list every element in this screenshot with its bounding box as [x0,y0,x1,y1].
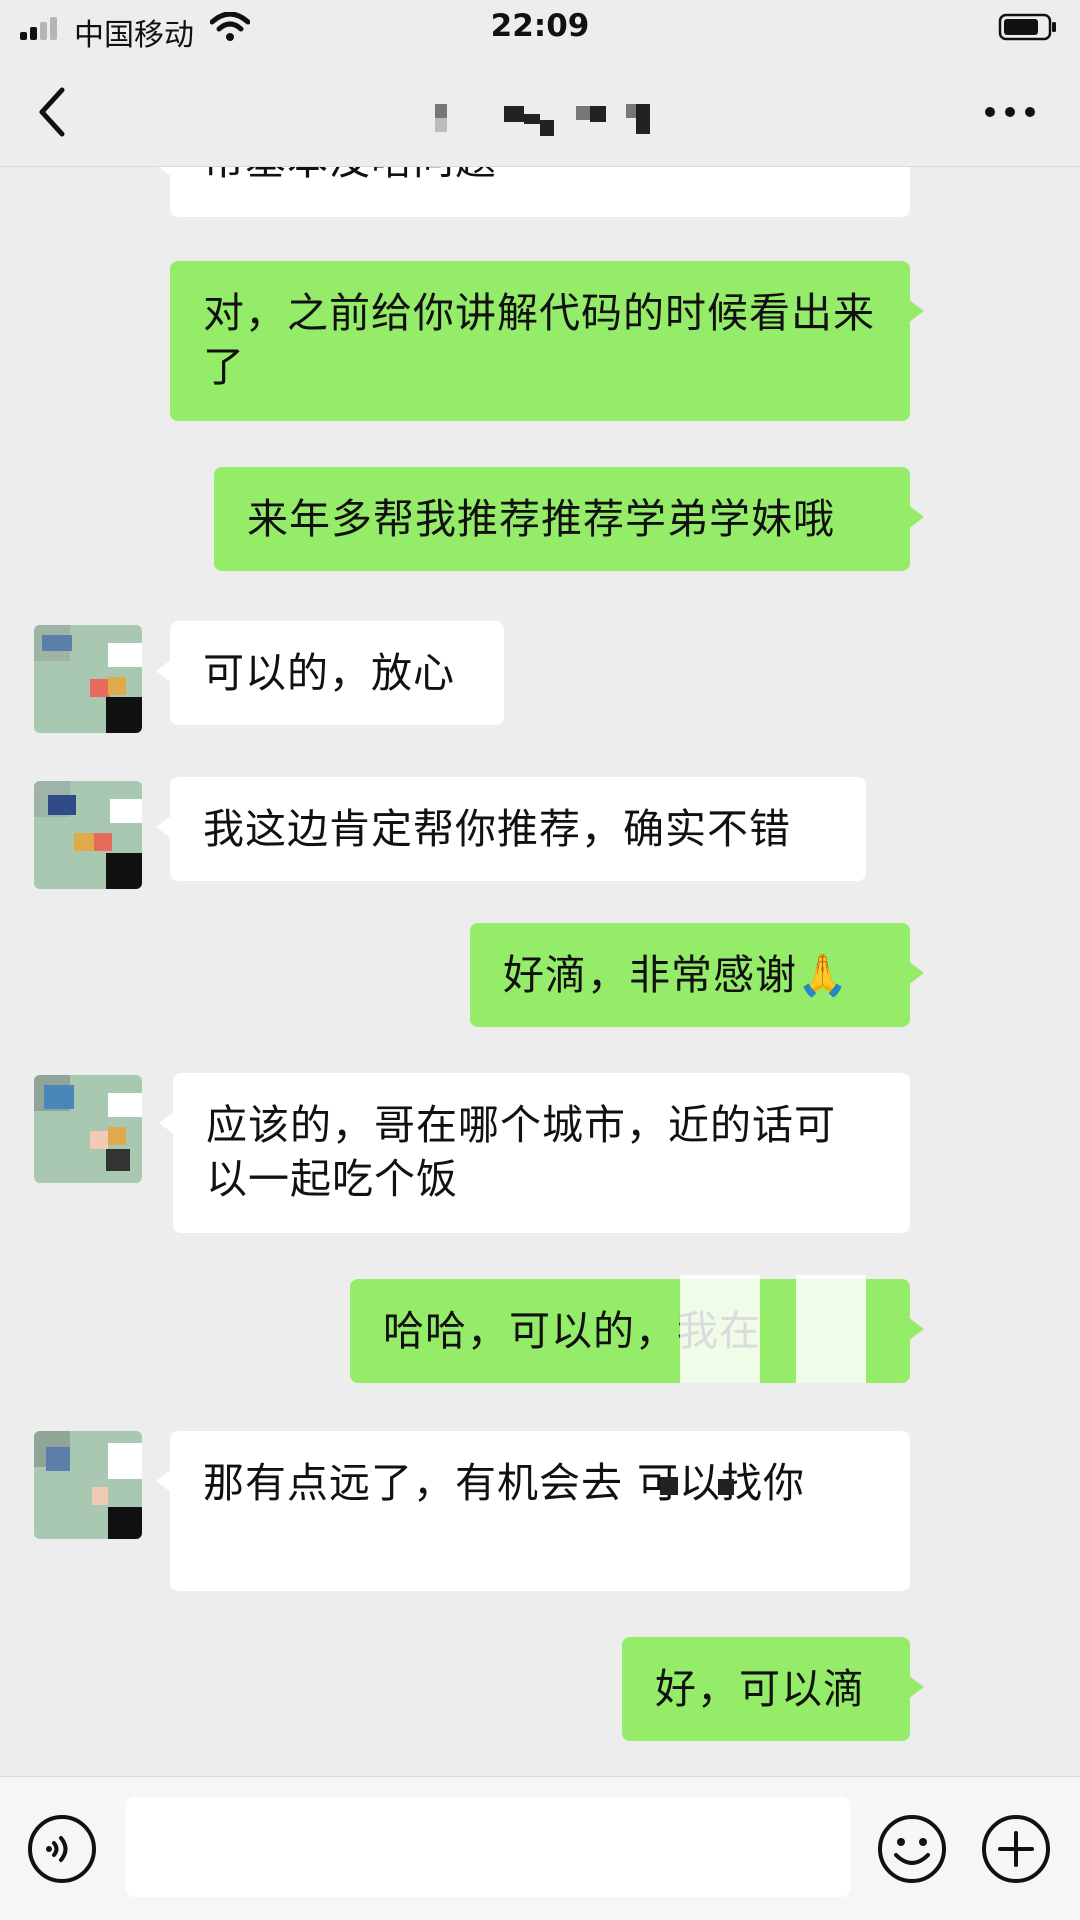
message-text: 帮基本没啥问题 [203,167,497,184]
chat-header [0,56,1080,166]
status-bar: 中国移动 22:09 [0,0,1080,56]
message-text: 对，之前给你讲解代码的时候看出来了 [203,289,875,391]
message-text: 好滴，非常感谢🙏 [503,951,850,999]
more-dots-icon[interactable] [980,94,1040,130]
battery-icon [998,13,1056,41]
chat-input-bar [0,1776,1080,1920]
redaction-patch [718,1479,734,1495]
message-text: 好，可以滴 [655,1665,865,1713]
status-time: 22:09 [490,8,590,44]
redaction-patch [796,1275,866,1383]
voice-icon[interactable] [26,1813,98,1885]
chat-title-redacted [400,98,700,138]
message-text: 来年多帮我推荐推荐学弟学妹哦 [247,495,835,543]
message-bubble-them[interactable]: 应该的，哥在哪个城市，近的话可以一起吃个饭 [159,1073,910,1233]
message-text: 可以的，放心 [203,649,455,697]
message-list[interactable]: 帮基本没啥问题 对，之前给你讲解代码的时候看出来了 来年多帮我推荐推荐学弟学妹哦 [0,166,1080,1776]
message-bubble-me[interactable]: 来年多帮我推荐推荐学弟学妹哦 [214,467,924,571]
message-bubble-them[interactable]: 我这边肯定帮你推荐，确实不错 [156,777,866,881]
redaction-patch [660,1477,678,1495]
message-bubble-them[interactable]: 可以的，放心 [156,621,504,725]
message-bubble-me[interactable]: 对，之前给你讲解代码的时候看出来了 [170,261,924,421]
emoji-icon[interactable] [876,1813,948,1885]
redaction-patch [680,1275,760,1383]
message-bubble-them[interactable]: 帮基本没啥问题 [156,167,910,217]
message-text: 那有点远了，有机会去 可以找你 [203,1459,806,1507]
message-text: 应该的，哥在哪个城市，近的话可以一起吃个饭 [206,1101,836,1203]
contact-avatar-redacted[interactable] [34,625,142,733]
message-bubble-me[interactable]: 好滴，非常感谢🙏 [470,923,924,1027]
plus-icon[interactable] [980,1813,1052,1885]
message-input[interactable] [126,1797,850,1897]
contact-avatar-redacted[interactable] [34,1075,142,1183]
chevron-left-icon[interactable] [30,84,80,140]
message-text: 我这边肯定帮你推荐，确实不错 [203,805,791,853]
contact-avatar-redacted[interactable] [34,1431,142,1539]
message-bubble-me[interactable]: 好，可以滴 [622,1637,924,1741]
contact-avatar-redacted[interactable] [34,781,142,889]
message-bubble-them[interactable]: 那有点远了，有机会去 可以找你 [156,1431,910,1591]
